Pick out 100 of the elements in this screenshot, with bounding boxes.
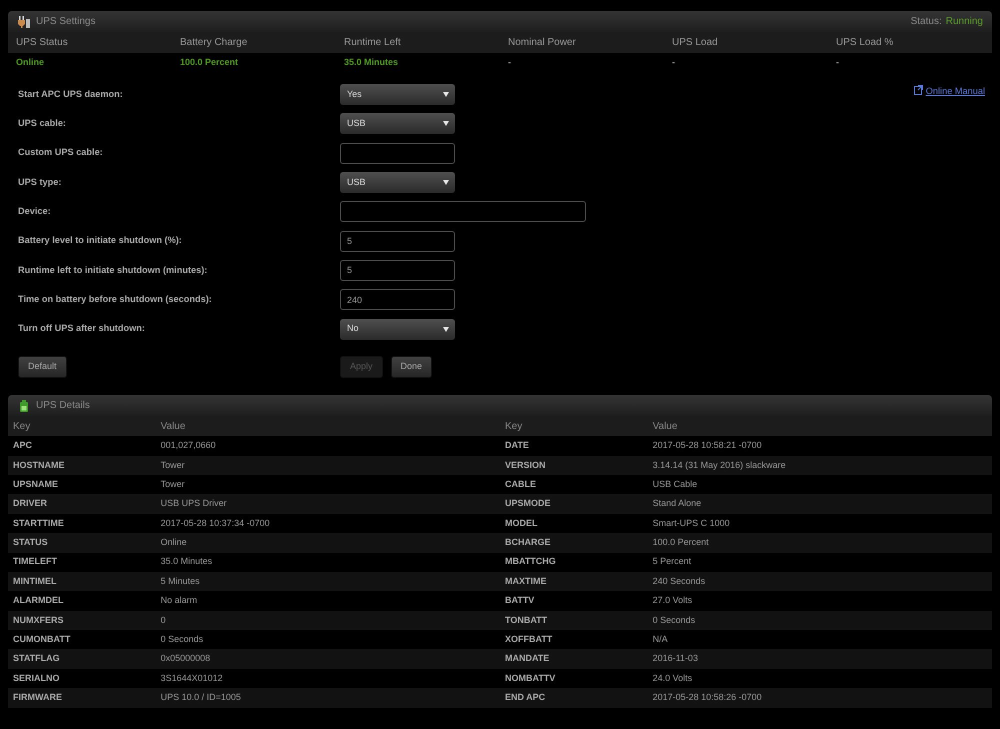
column-header: Runtime Left: [344, 36, 401, 50]
status-value: Online: [16, 56, 44, 69]
column-header: Key: [500, 416, 648, 436]
table-cell: STATUS: [8, 533, 156, 553]
table-cell: MBATTCHG: [500, 552, 648, 572]
table-cell: XOFFBATT: [500, 630, 648, 650]
table-cell: NUMXFERS: [8, 610, 156, 630]
table-cell: USB UPS Driver: [156, 494, 500, 514]
table-cell: SERIALNO: [8, 668, 156, 688]
column-header: Value: [156, 416, 500, 436]
caret-icon: [443, 180, 449, 186]
table-cell: 0 Seconds: [156, 630, 500, 650]
field-label: Turn off UPS after shutdown:: [17, 322, 146, 336]
status-value: -: [508, 56, 511, 69]
field-label: Start APC UPS daemon:: [17, 88, 124, 101]
status-value: -: [836, 56, 839, 69]
status-value: 100.0 Percent: [180, 56, 238, 69]
dropdown[interactable]: No: [340, 318, 455, 340]
table-cell: UPS 10.0 / ID=1005: [156, 688, 500, 708]
table-cell: VERSION: [500, 456, 648, 475]
table-cell: UPSMODE: [500, 494, 648, 514]
table-cell: USB Cable: [648, 474, 992, 494]
field-label: Device:: [17, 204, 52, 218]
table-cell: BCHARGE: [500, 533, 648, 553]
table-cell: 5 Percent: [648, 552, 992, 572]
table-cell-text: No alarm: [160, 594, 198, 608]
field-label: UPS cable:: [17, 117, 67, 130]
table-cell: Tower: [156, 474, 500, 494]
input-field[interactable]: [340, 201, 586, 222]
battery-icon: [18, 400, 30, 412]
field-label: Battery level to initiate shutdown (%):: [17, 234, 183, 248]
table-cell: 240 Seconds: [648, 572, 992, 592]
input-field[interactable]: 5: [340, 260, 455, 281]
reset-button[interactable]: Default: [18, 356, 67, 378]
table-cell: 2017-05-28 10:37:34 -0700: [156, 514, 500, 534]
table-cell: HOSTNAME: [8, 456, 156, 475]
table-cell: N/A: [648, 630, 992, 650]
table-cell: TIMELEFT: [8, 552, 156, 572]
table-cell: MINTIMEL: [8, 572, 156, 592]
table-cell: DRIVER: [8, 494, 156, 514]
status-value: Running: [946, 15, 983, 29]
column-header: UPS Load %: [836, 36, 894, 50]
table-cell: Online: [156, 533, 500, 553]
table-cell: 24.0 Volts: [648, 668, 992, 688]
table-cell: STATFLAG: [8, 649, 156, 669]
table-cell: STARTTIME: [8, 514, 156, 534]
table-cell-text: ALARMDEL: [12, 594, 64, 608]
table-cell-text: BATTV: [504, 594, 536, 608]
table-cell: 2017-05-28 10:58:26 -0700: [648, 688, 992, 708]
panel-title: UPS Settings: [36, 15, 96, 29]
external-link-icon: [914, 85, 923, 95]
field-label: Custom UPS cable:: [17, 146, 104, 160]
table-cell: 35.0 Minutes: [156, 552, 500, 572]
input-field[interactable]: 240: [340, 289, 455, 310]
table-cell: 0: [156, 610, 500, 630]
input-field[interactable]: [340, 142, 455, 164]
table-cell: 2016-11-03: [648, 649, 992, 669]
table-cell: 0x05000008: [156, 649, 500, 669]
caret-icon: [443, 92, 449, 98]
table-cell: CUMONBATT: [8, 630, 156, 650]
column-header: Value: [648, 416, 992, 436]
field-label: UPS type:: [17, 176, 62, 189]
table-cell: UPSNAME: [8, 474, 156, 494]
status-value: -: [672, 56, 675, 69]
field-label: Time on battery before shutdown (seconds):: [17, 292, 213, 306]
table-cell: 2017-05-28 10:58:21 -0700: [648, 436, 992, 456]
table-cell: END APC: [500, 688, 648, 708]
table-cell: FIRMWARE: [8, 688, 156, 708]
table-cell: 5 Minutes: [156, 572, 500, 592]
table-cell: Stand Alone: [648, 494, 992, 514]
table-cell: NOMBATTV: [500, 668, 648, 688]
dropdown[interactable]: USB: [340, 172, 455, 194]
table-cell-text: 27.0 Volts: [652, 594, 694, 608]
manual-link[interactable]: Online Manual: [914, 85, 985, 99]
table-cell: 3S1644X01012: [156, 668, 500, 688]
status-label: Status:: [910, 15, 942, 29]
caret-icon: [443, 121, 449, 126]
submit-button[interactable]: Done: [390, 356, 432, 378]
table-cell: MODEL: [500, 514, 648, 534]
table-cell: MANDATE: [500, 649, 648, 669]
dropdown[interactable]: Yes: [340, 84, 455, 106]
table-cell: Smart-UPS C 1000: [648, 514, 992, 534]
table-cell: CABLE: [500, 474, 648, 494]
input-field[interactable]: 5: [340, 230, 455, 252]
table-cell: Tower: [156, 456, 500, 475]
column-header: UPS Load: [672, 36, 718, 50]
column-header: Battery Charge: [180, 36, 248, 50]
table-cell: 3.14.14 (31 May 2016) slackware: [648, 456, 992, 475]
column-header: Key: [8, 416, 156, 436]
table-cell: MAXTIME: [500, 572, 648, 592]
table-cell: 0 Seconds: [648, 610, 992, 630]
column-header: Nominal Power: [508, 36, 576, 50]
dropdown[interactable]: USB: [340, 113, 455, 134]
plug-icon: [18, 16, 30, 28]
table-cell: 100.0 Percent: [648, 533, 992, 553]
table-cell: DATE: [500, 436, 648, 456]
status-value: 35.0 Minutes: [344, 56, 398, 69]
table-cell: TONBATT: [500, 610, 648, 630]
column-header: UPS Status: [16, 36, 68, 50]
field-label: Runtime left to initiate shutdown (minutes):: [17, 264, 208, 277]
